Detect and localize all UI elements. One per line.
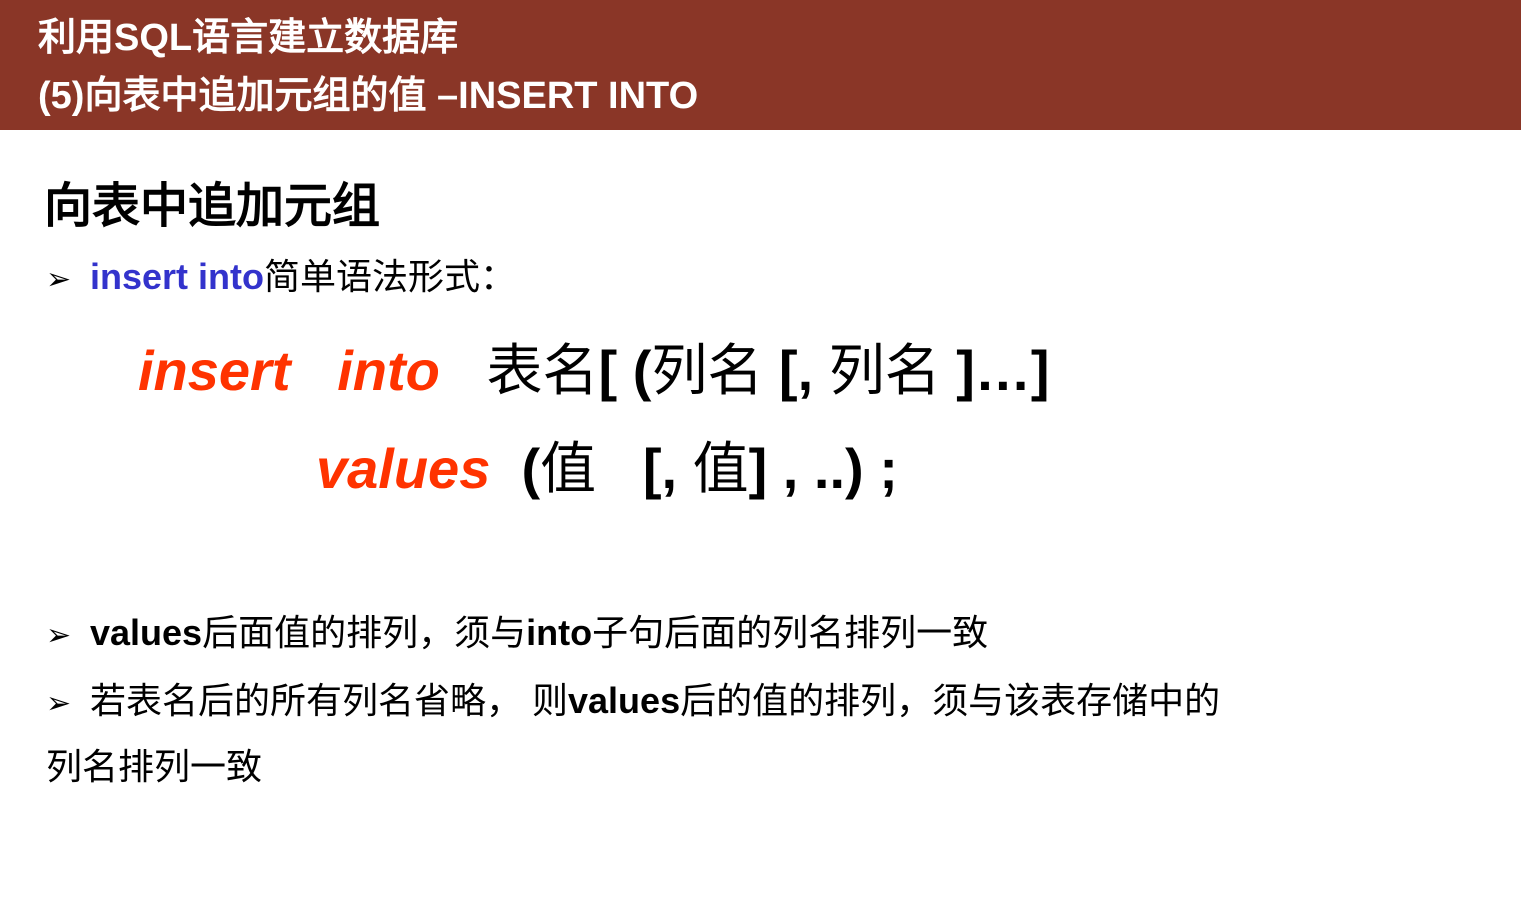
syntax-bracket: [ (	[598, 339, 652, 402]
value-placeholder: 值	[692, 437, 749, 500]
arrow-bullet-icon: ➢	[46, 619, 72, 652]
header-title: 利用SQL语言建立数据库	[38, 17, 459, 59]
value-placeholder: 值	[540, 437, 597, 500]
syntax-bracket: (	[521, 437, 541, 500]
syntax-line-2: values (值 [, 值] , ..) ;	[316, 424, 898, 505]
bullet-text: 子句后面的列名排列一致	[592, 612, 989, 653]
values-keyword: values	[316, 437, 491, 500]
insert-keyword: insert	[138, 339, 291, 402]
section-title: 向表中追加元组	[44, 180, 381, 233]
arrow-bullet-icon: ➢	[46, 687, 72, 720]
insert-into-keyword: insert into	[90, 256, 265, 297]
slide-header: 利用SQL语言建立数据库 (5)向表中追加元组的值 –INSERT INTO	[0, 0, 1521, 130]
values-keyword: values	[568, 680, 681, 721]
column-name-placeholder: 列名	[651, 339, 764, 402]
bullet-values-order: ➢ values后面值的排列，须与into子句后面的列名排列一致	[46, 604, 988, 656]
bullet-omit-columns: ➢ 若表名后的所有列名省略， 则values后的值的排列，须与该表存储中的	[46, 672, 1220, 724]
bullet-text: 若表名后的所有列名省略， 则	[90, 680, 569, 721]
syntax-line-1: insert into 表名[ (列名 [, 列名 ]…]	[138, 326, 1050, 407]
into-keyword: into	[337, 339, 440, 402]
bullet-continuation: 列名排列一致	[46, 746, 263, 787]
arrow-bullet-icon: ➢	[46, 263, 72, 296]
syntax-bracket: [,	[778, 339, 814, 402]
column-name-placeholder: 列名	[828, 339, 941, 402]
bullet-text: 后的值的排列，须与该表存储中的	[680, 680, 1221, 721]
into-keyword: into	[526, 612, 593, 653]
syntax-bracket: ]…]	[956, 339, 1050, 402]
syntax-bracket: [,	[642, 437, 678, 500]
values-keyword: values	[90, 612, 203, 653]
bullet-text: 简单语法形式：	[264, 256, 517, 297]
bullet-syntax-intro: ➢ insert into简单语法形式：	[46, 248, 516, 300]
syntax-bracket: ] , ..) ;	[748, 437, 898, 500]
header-subtitle: (5)向表中追加元组的值 –INSERT INTO	[38, 75, 699, 117]
table-name-placeholder: 表名	[486, 339, 599, 402]
bullet-text: 后面值的排列，须与	[202, 612, 527, 653]
